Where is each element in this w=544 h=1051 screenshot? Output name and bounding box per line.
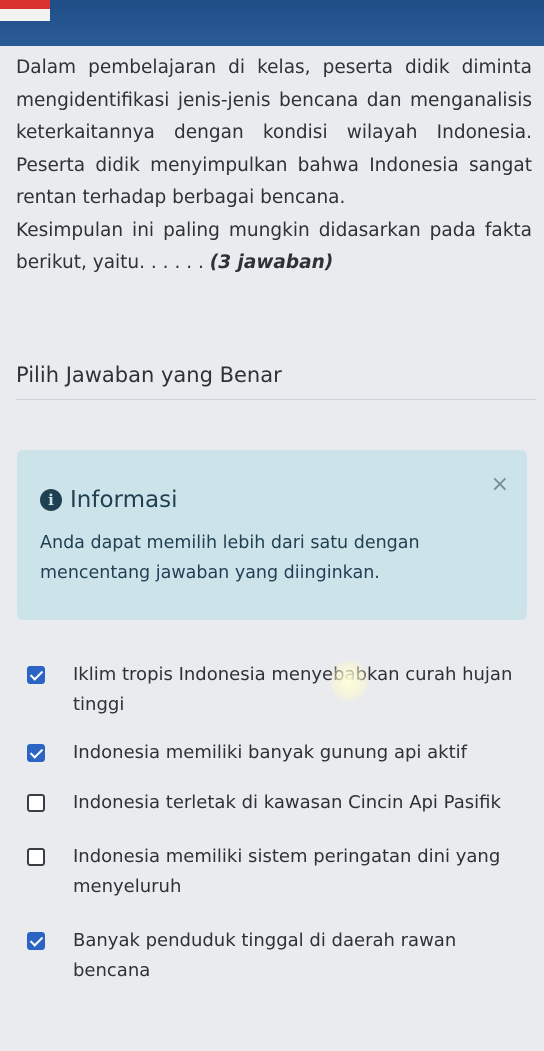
checkbox-checked-icon[interactable] bbox=[27, 744, 45, 762]
info-box: i Informasi × Anda dapat memilih lebih d… bbox=[17, 450, 527, 620]
checkbox-checked-icon[interactable] bbox=[27, 932, 45, 950]
top-header-bar bbox=[0, 0, 544, 46]
light-glare bbox=[330, 660, 368, 702]
option-label: Iklim tropis Indonesia menyebabkan curah… bbox=[73, 664, 513, 715]
option-label: Indonesia terletak di kawasan Cincin Api… bbox=[73, 792, 501, 813]
checkbox-checked-icon[interactable] bbox=[27, 666, 45, 684]
flag-white-stripe bbox=[0, 9, 50, 21]
info-text: Anda dapat memilih lebih dari satu denga… bbox=[40, 533, 420, 583]
info-header: i Informasi bbox=[40, 487, 177, 513]
option-4[interactable]: Indonesia memiliki sistem peringatan din… bbox=[22, 842, 522, 902]
checkbox-empty-icon[interactable] bbox=[27, 848, 45, 866]
option-5[interactable]: Banyak penduduk tinggal di daerah rawan … bbox=[22, 926, 522, 986]
option-label: Indonesia memiliki banyak gunung api akt… bbox=[73, 742, 467, 763]
checkbox-empty-icon[interactable] bbox=[27, 794, 45, 812]
question-body: Dalam pembelajaran di kelas, peserta did… bbox=[16, 57, 532, 208]
info-title: Informasi bbox=[70, 487, 178, 513]
option-label: Banyak penduduk tinggal di daerah rawan … bbox=[73, 930, 457, 981]
info-circle-icon: i bbox=[40, 489, 62, 511]
option-label: Indonesia memiliki sistem peringatan din… bbox=[73, 846, 501, 897]
option-2[interactable]: Indonesia memiliki banyak gunung api akt… bbox=[22, 738, 522, 768]
option-1[interactable]: Iklim tropis Indonesia menyebabkan curah… bbox=[22, 660, 522, 720]
option-3[interactable]: Indonesia terletak di kawasan Cincin Api… bbox=[22, 788, 522, 818]
close-icon[interactable]: × bbox=[491, 472, 509, 497]
answer-options: Iklim tropis Indonesia menyebabkan curah… bbox=[22, 660, 522, 986]
flag-red-stripe bbox=[0, 0, 50, 9]
question-prompt: Kesimpulan ini paling mungkin didasarkan… bbox=[16, 215, 532, 280]
answer-count: (3 jawaban) bbox=[209, 252, 334, 273]
section-title: Pilih Jawaban yang Benar bbox=[16, 363, 536, 400]
question-text: Dalam pembelajaran di kelas, peserta did… bbox=[16, 52, 532, 280]
